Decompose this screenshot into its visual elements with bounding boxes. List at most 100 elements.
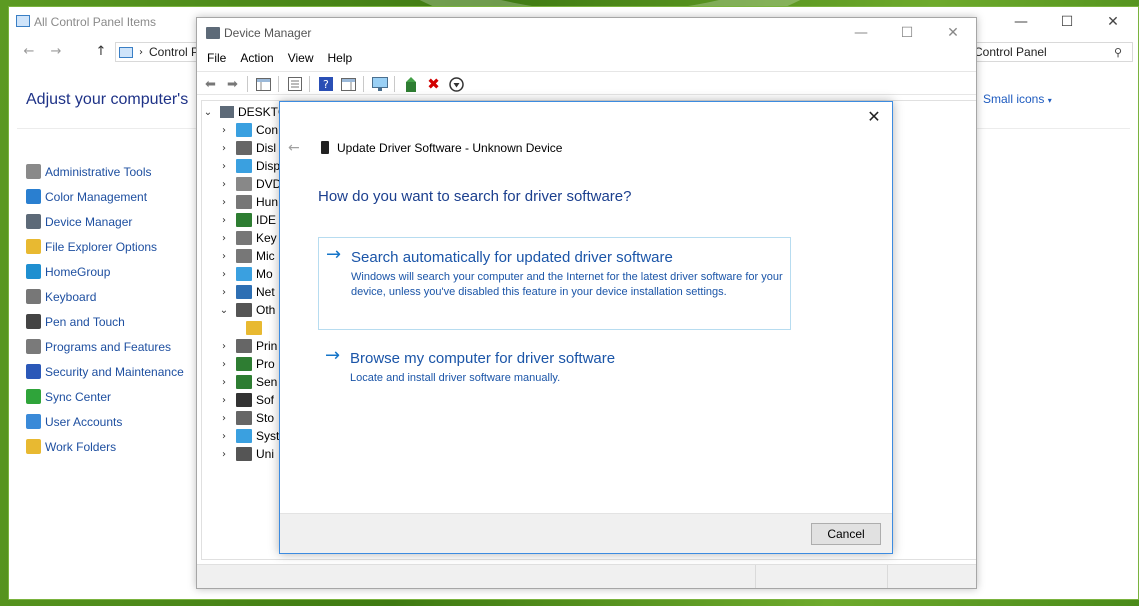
search-box[interactable]: Control Panel ⚲ (973, 42, 1133, 62)
chevron-right-icon[interactable]: › (218, 359, 230, 370)
dialog-close-button[interactable]: ✕ (864, 108, 884, 126)
chevron-right-icon[interactable]: › (218, 341, 230, 352)
option-heading[interactable]: Browse my computer for driver software (350, 350, 615, 367)
browse-computer-option[interactable]: → Browse my computer for driver software… (318, 339, 791, 391)
update-driver-icon[interactable] (402, 76, 419, 92)
chevron-right-icon[interactable]: › (218, 215, 230, 226)
tree-category-label[interactable]: Mic (256, 249, 275, 263)
forward-icon[interactable]: → (48, 43, 64, 59)
disable-device-icon[interactable] (448, 76, 465, 92)
control-panel-item[interactable]: Device Manager (26, 209, 184, 234)
chevron-right-icon[interactable]: › (218, 125, 230, 136)
view-by-value[interactable]: Small icons (983, 92, 1044, 106)
chevron-right-icon[interactable]: › (218, 395, 230, 406)
control-panel-item-label[interactable]: Security and Maintenance (45, 365, 184, 379)
chevron-right-icon[interactable]: › (218, 377, 230, 388)
chevron-down-icon[interactable]: ⌄ (218, 305, 230, 316)
arrow-right-icon: → (325, 345, 341, 366)
warning-device-icon (246, 321, 262, 335)
tree-category-label[interactable]: Disl (256, 141, 276, 155)
chevron-right-icon[interactable]: › (218, 449, 230, 460)
menu-file[interactable]: File (200, 48, 233, 70)
tree-category-label[interactable]: Pro (256, 357, 275, 371)
menu-action[interactable]: Action (233, 48, 280, 70)
dm-minimize-button[interactable]: — (838, 18, 884, 48)
minimize-button[interactable]: — (998, 7, 1044, 37)
menu-help[interactable]: Help (321, 48, 360, 70)
tree-category-label[interactable]: Sen (256, 375, 277, 389)
control-panel-item-label[interactable]: Pen and Touch (45, 315, 125, 329)
menu-view[interactable]: View (281, 48, 321, 70)
chevron-right-icon[interactable]: › (218, 431, 230, 442)
tree-category-label[interactable]: Hun (256, 195, 278, 209)
control-panel-item-label[interactable]: User Accounts (45, 415, 122, 429)
search-input[interactable]: Control Panel (974, 45, 1114, 59)
control-panel-item-label[interactable]: Work Folders (45, 440, 116, 454)
control-panel-item-label[interactable]: Color Management (45, 190, 147, 204)
cancel-button[interactable]: Cancel (811, 523, 881, 545)
control-panel-item[interactable]: Sync Center (26, 384, 184, 409)
back-icon[interactable]: ⬅ (202, 76, 219, 92)
control-panel-item[interactable]: Administrative Tools (26, 159, 184, 184)
control-panel-item[interactable]: Work Folders (26, 434, 184, 459)
properties-icon[interactable] (286, 76, 303, 92)
tree-category-label[interactable]: Disp (256, 159, 280, 173)
control-panel-item[interactable]: File Explorer Options (26, 234, 184, 259)
show-hide-console-tree-icon[interactable] (255, 76, 272, 92)
option-heading[interactable]: Search automatically for updated driver … (351, 249, 673, 266)
chevron-right-icon[interactable]: › (218, 269, 230, 280)
tree-category-label[interactable]: Syst (256, 429, 279, 443)
uninstall-device-icon[interactable]: ✖ (425, 75, 442, 93)
control-panel-item[interactable]: Color Management (26, 184, 184, 209)
chevron-right-icon[interactable]: › (218, 287, 230, 298)
dm-close-button[interactable]: ✕ (930, 18, 976, 48)
up-arrow-icon[interactable]: ↑ (93, 43, 109, 59)
chevron-down-icon[interactable]: ▾ (1048, 96, 1052, 105)
breadcrumb[interactable]: Control P (149, 45, 199, 59)
tree-category-label[interactable]: IDE (256, 213, 276, 227)
control-panel-item-label[interactable]: Programs and Features (45, 340, 171, 354)
tree-category-label[interactable]: DVD (256, 177, 281, 191)
tree-category-label[interactable]: Sto (256, 411, 274, 425)
control-panel-item[interactable]: Pen and Touch (26, 309, 184, 334)
help-icon[interactable]: ? (317, 76, 334, 92)
back-icon[interactable]: ← (21, 43, 37, 59)
control-panel-item-label[interactable]: Sync Center (45, 390, 111, 404)
tree-category-label[interactable]: Con (256, 123, 278, 137)
search-automatically-option[interactable]: → Search automatically for updated drive… (318, 237, 791, 330)
chevron-right-icon[interactable]: › (218, 143, 230, 154)
tree-category-label[interactable]: Net (256, 285, 275, 299)
scan-hardware-icon[interactable] (371, 76, 388, 92)
tree-category-label[interactable]: Oth (256, 303, 275, 317)
maximize-button[interactable]: ☐ (1044, 7, 1090, 37)
forward-icon[interactable]: ➡ (224, 76, 241, 92)
chevron-right-icon[interactable]: › (218, 413, 230, 424)
tree-category-label[interactable]: Prin (256, 339, 277, 353)
control-panel-item[interactable]: Security and Maintenance (26, 359, 184, 384)
chevron-right-icon[interactable]: › (218, 161, 230, 172)
control-panel-item-label[interactable]: Administrative Tools (45, 165, 152, 179)
chevron-down-icon[interactable]: ⌄ (202, 107, 214, 118)
view-by-dropdown[interactable]: Small icons ▾ (983, 92, 1052, 106)
tree-category-label[interactable]: Mo (256, 267, 273, 281)
control-panel-item-label[interactable]: Keyboard (45, 290, 96, 304)
close-button[interactable]: ✕ (1090, 7, 1136, 37)
back-icon[interactable]: ← (288, 140, 304, 156)
tree-category-label[interactable]: Sof (256, 393, 274, 407)
search-icon[interactable]: ⚲ (1114, 46, 1132, 59)
control-panel-item-label[interactable]: HomeGroup (45, 265, 110, 279)
control-panel-item[interactable]: User Accounts (26, 409, 184, 434)
control-panel-item[interactable]: Keyboard (26, 284, 184, 309)
chevron-right-icon[interactable]: › (218, 233, 230, 244)
chevron-right-icon[interactable]: › (218, 179, 230, 190)
tree-category-label[interactable]: Key (256, 231, 277, 245)
control-panel-item[interactable]: Programs and Features (26, 334, 184, 359)
chevron-right-icon[interactable]: › (218, 197, 230, 208)
control-panel-item-label[interactable]: Device Manager (45, 215, 132, 229)
control-panel-item-label[interactable]: File Explorer Options (45, 240, 157, 254)
chevron-right-icon[interactable]: › (218, 251, 230, 262)
control-panel-item[interactable]: HomeGroup (26, 259, 184, 284)
tree-category-label[interactable]: Uni (256, 447, 274, 461)
action-pane-icon[interactable] (340, 76, 357, 92)
dm-maximize-button[interactable]: ☐ (884, 18, 930, 48)
